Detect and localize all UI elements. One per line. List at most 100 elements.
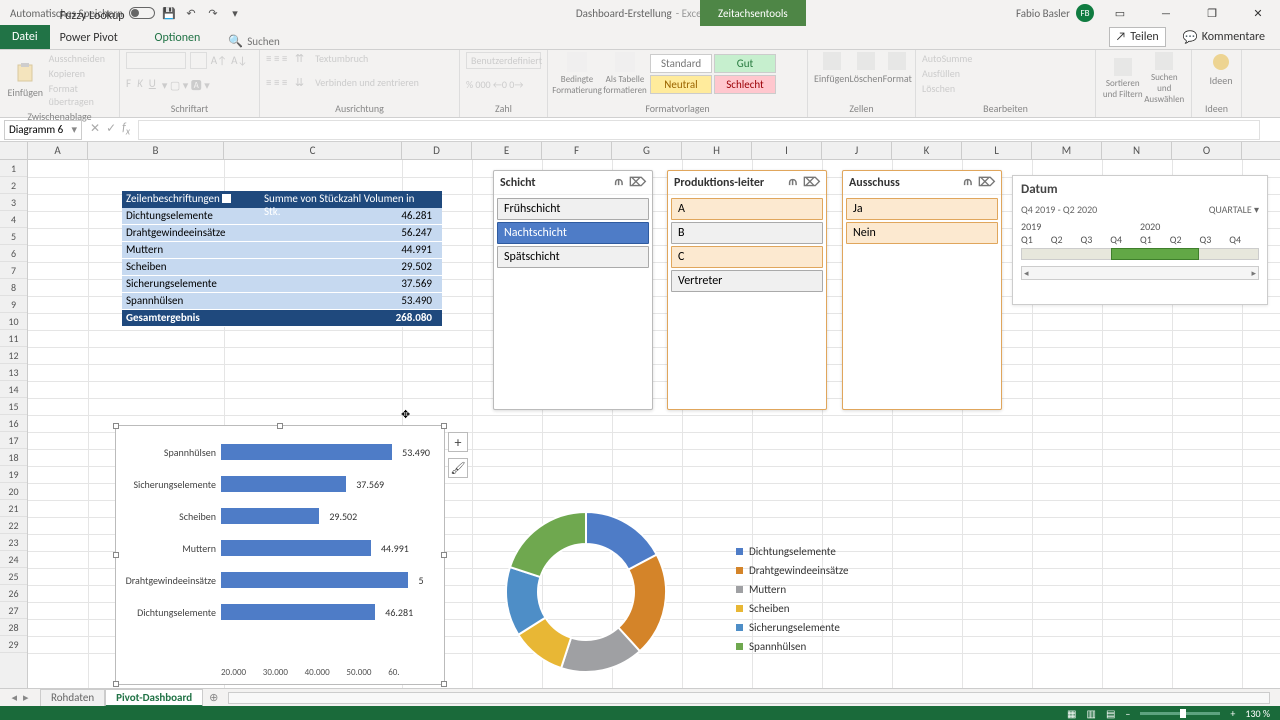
row-header[interactable]: 2 bbox=[0, 177, 27, 194]
copy-button[interactable]: Kopieren bbox=[49, 67, 113, 80]
sheet-nav-buttons[interactable]: ◂▸ bbox=[0, 691, 40, 704]
pivot-row[interactable]: Muttern44.991 bbox=[122, 242, 442, 259]
restore-button[interactable]: ❐ bbox=[1192, 0, 1232, 26]
row-header[interactable]: 28 bbox=[0, 619, 27, 636]
clear-filter-icon[interactable]: ⌦ bbox=[629, 175, 646, 190]
pivot-row[interactable]: Sicherungselemente37.569 bbox=[122, 276, 442, 293]
resize-handle[interactable] bbox=[113, 681, 119, 687]
row-header[interactable]: 17 bbox=[0, 432, 27, 449]
row-header[interactable]: 1 bbox=[0, 160, 27, 177]
insert-cells-button[interactable]: Einfügen bbox=[814, 52, 850, 85]
clear-filter-icon[interactable]: ⌦ bbox=[978, 175, 995, 190]
slicer-item[interactable]: Nachtschicht bbox=[497, 222, 649, 244]
ribbon-display-options-icon[interactable]: ▭ bbox=[1100, 0, 1140, 26]
view-normal-icon[interactable]: ▦ bbox=[1067, 707, 1076, 720]
column-header[interactable]: N bbox=[1102, 142, 1172, 159]
close-button[interactable]: ✕ bbox=[1238, 0, 1278, 26]
row-header[interactable]: 23 bbox=[0, 534, 27, 551]
tab-optionen[interactable]: Optionen bbox=[145, 27, 211, 49]
row-header[interactable]: 7 bbox=[0, 262, 27, 279]
share-button[interactable]: ↗Teilen bbox=[1109, 27, 1166, 47]
ideas-button[interactable]: Ideen bbox=[1198, 52, 1244, 87]
column-header[interactable]: C bbox=[224, 142, 402, 159]
multiselect-icon[interactable]: ⫙ bbox=[964, 175, 972, 190]
fx-icon[interactable]: fx bbox=[122, 121, 130, 137]
pivot-filter-dropdown-icon[interactable] bbox=[222, 194, 231, 203]
pivot-row[interactable]: Drahtgewindeeinsätze56.247 bbox=[122, 225, 442, 242]
minimize-button[interactable]: — bbox=[1146, 0, 1186, 26]
timeline-slicer-datum[interactable]: Datum Q4 2019 - Q2 2020 QUARTALE ▾ 20192… bbox=[1012, 175, 1268, 305]
row-header[interactable]: 29 bbox=[0, 636, 27, 653]
undo-icon[interactable]: ↶ bbox=[183, 5, 199, 21]
row-header[interactable]: 25 bbox=[0, 568, 27, 585]
multiselect-icon[interactable]: ⫙ bbox=[615, 175, 623, 190]
chart-styles-button[interactable]: 🖌 bbox=[448, 458, 468, 478]
resize-handle[interactable] bbox=[441, 423, 447, 429]
row-header[interactable]: 9 bbox=[0, 296, 27, 313]
slicer-item[interactable]: Nein bbox=[846, 222, 998, 244]
sheet-tab[interactable]: Pivot-Dashboard bbox=[105, 689, 203, 707]
row-header[interactable]: 3 bbox=[0, 194, 27, 211]
row-header[interactable]: 21 bbox=[0, 500, 27, 517]
sheet-tab[interactable]: Rohdaten bbox=[40, 689, 105, 707]
slicer-item[interactable]: Spätschicht bbox=[497, 246, 649, 268]
row-header[interactable]: 14 bbox=[0, 381, 27, 398]
pivot-table[interactable]: Zeilenbeschriftungen Summe von Stückzahl… bbox=[122, 191, 442, 327]
row-header[interactable]: 19 bbox=[0, 466, 27, 483]
multiselect-icon[interactable]: ⫙ bbox=[789, 175, 797, 190]
row-header[interactable]: 11 bbox=[0, 330, 27, 347]
user-name[interactable]: Fabio Basler bbox=[1016, 7, 1070, 20]
pivot-row[interactable]: Dichtungselemente46.281 bbox=[122, 208, 442, 225]
row-header[interactable]: 12 bbox=[0, 347, 27, 364]
zoom-level[interactable]: 130 % bbox=[1245, 707, 1270, 720]
row-header[interactable]: 10 bbox=[0, 313, 27, 330]
delete-cells-button[interactable]: Löschen bbox=[850, 52, 883, 85]
slicer-ausschuss[interactable]: Ausschuss ⫙⌦ JaNein bbox=[842, 170, 1002, 410]
row-header[interactable]: 24 bbox=[0, 551, 27, 568]
row-header[interactable]: 27 bbox=[0, 602, 27, 619]
pivot-row[interactable]: Spannhülsen53.490 bbox=[122, 293, 442, 310]
slicer-item[interactable]: C bbox=[671, 246, 823, 268]
row-header[interactable]: 15 bbox=[0, 398, 27, 415]
row-header[interactable]: 16 bbox=[0, 415, 27, 432]
column-header[interactable]: B bbox=[88, 142, 224, 159]
column-header[interactable]: A bbox=[28, 142, 88, 159]
bar-chart[interactable]: ✥ + 🖌 Spannhülsen53.490Sicherungselement… bbox=[115, 425, 445, 685]
row-header[interactable]: 6 bbox=[0, 245, 27, 262]
view-page-break-icon[interactable]: ▤ bbox=[1106, 707, 1115, 720]
column-header[interactable]: I bbox=[752, 142, 822, 159]
resize-handle[interactable] bbox=[113, 423, 119, 429]
comments-button[interactable]: 💬Kommentare bbox=[1176, 27, 1272, 48]
sort-filter-button[interactable]: Sortieren und Filtern bbox=[1102, 52, 1144, 105]
column-header[interactable]: D bbox=[402, 142, 472, 159]
slicer-item[interactable]: Ja bbox=[846, 198, 998, 220]
paste-button[interactable]: Einfügen bbox=[6, 52, 45, 108]
column-header[interactable]: F bbox=[542, 142, 612, 159]
row-header[interactable]: 18 bbox=[0, 449, 27, 466]
column-header[interactable]: M bbox=[1032, 142, 1102, 159]
resize-handle[interactable] bbox=[277, 423, 283, 429]
zoom-slider[interactable] bbox=[1140, 712, 1220, 715]
tab-power pivot[interactable]: Power Pivot bbox=[50, 27, 145, 49]
resize-handle[interactable] bbox=[113, 552, 119, 558]
column-header[interactable]: H bbox=[682, 142, 752, 159]
row-header[interactable]: 5 bbox=[0, 228, 27, 245]
qat-customize-icon[interactable]: ▾ bbox=[227, 5, 243, 21]
timeline-scrollbar[interactable]: ◂▸ bbox=[1021, 266, 1259, 280]
tab-fuzzy lookup[interactable]: Fuzzy Lookup bbox=[50, 5, 145, 27]
column-header[interactable]: J bbox=[822, 142, 892, 159]
row-header[interactable]: 22 bbox=[0, 517, 27, 534]
timeline-granularity-dropdown[interactable]: QUARTALE ▾ bbox=[1209, 203, 1259, 216]
cut-button[interactable]: Ausschneiden bbox=[49, 52, 113, 65]
slicer-item[interactable]: Vertreter bbox=[671, 270, 823, 292]
horizontal-scrollbar[interactable] bbox=[228, 692, 1270, 704]
view-page-layout-icon[interactable]: ▥ bbox=[1087, 707, 1096, 720]
file-tab[interactable]: Datei bbox=[0, 25, 50, 49]
resize-handle[interactable] bbox=[441, 681, 447, 687]
find-select-button[interactable]: Suchen und Auswählen bbox=[1144, 52, 1186, 105]
search-input[interactable] bbox=[247, 35, 327, 48]
column-header[interactable]: K bbox=[892, 142, 962, 159]
pivot-row[interactable]: Scheiben29.502 bbox=[122, 259, 442, 276]
slicer-item[interactable]: A bbox=[671, 198, 823, 220]
formula-bar[interactable] bbox=[138, 120, 1260, 140]
